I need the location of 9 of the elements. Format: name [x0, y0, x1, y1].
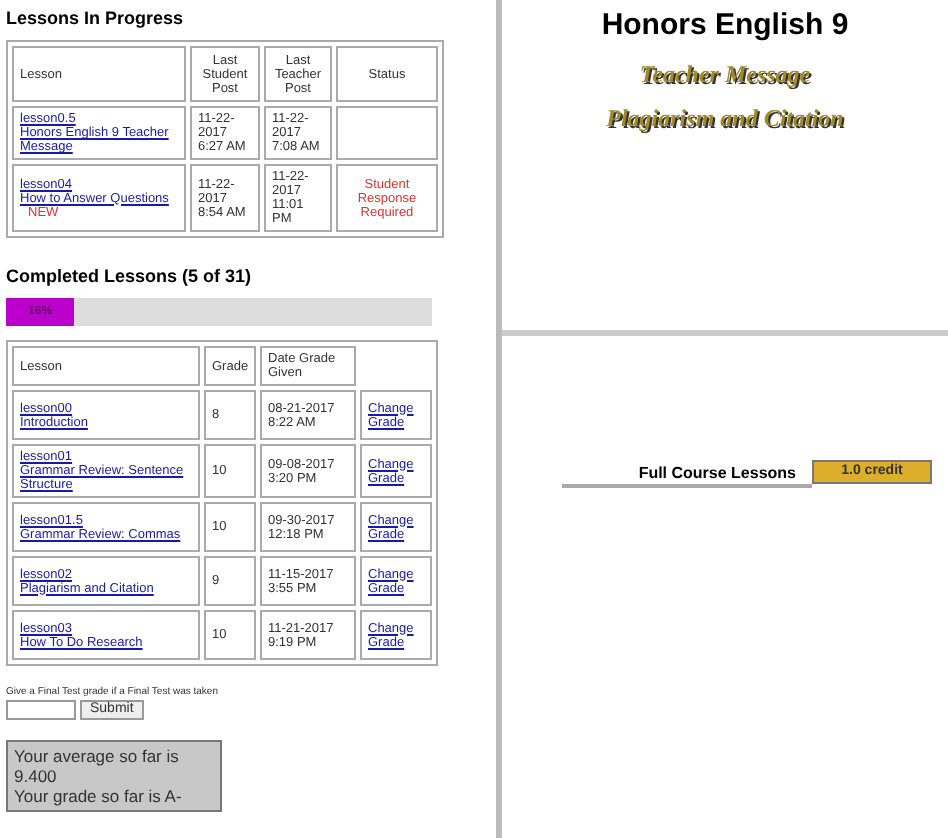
section-heading: Completed Lessons (5 of 31): [6, 266, 254, 288]
message-title: Plagiarism and Citation: [606, 104, 844, 132]
summary-line: Your average so far is 9.400: [14, 746, 181, 786]
final-test-field[interactable]: [6, 700, 76, 720]
section-heading: Lessons In Progress: [6, 8, 186, 30]
course-title: Honors English 9: [601, 8, 849, 44]
credit-label: Full Course Lessons: [562, 462, 812, 488]
summary-line: Your grade so far is A-: [14, 786, 184, 806]
message-title: Teacher Message: [639, 60, 811, 88]
